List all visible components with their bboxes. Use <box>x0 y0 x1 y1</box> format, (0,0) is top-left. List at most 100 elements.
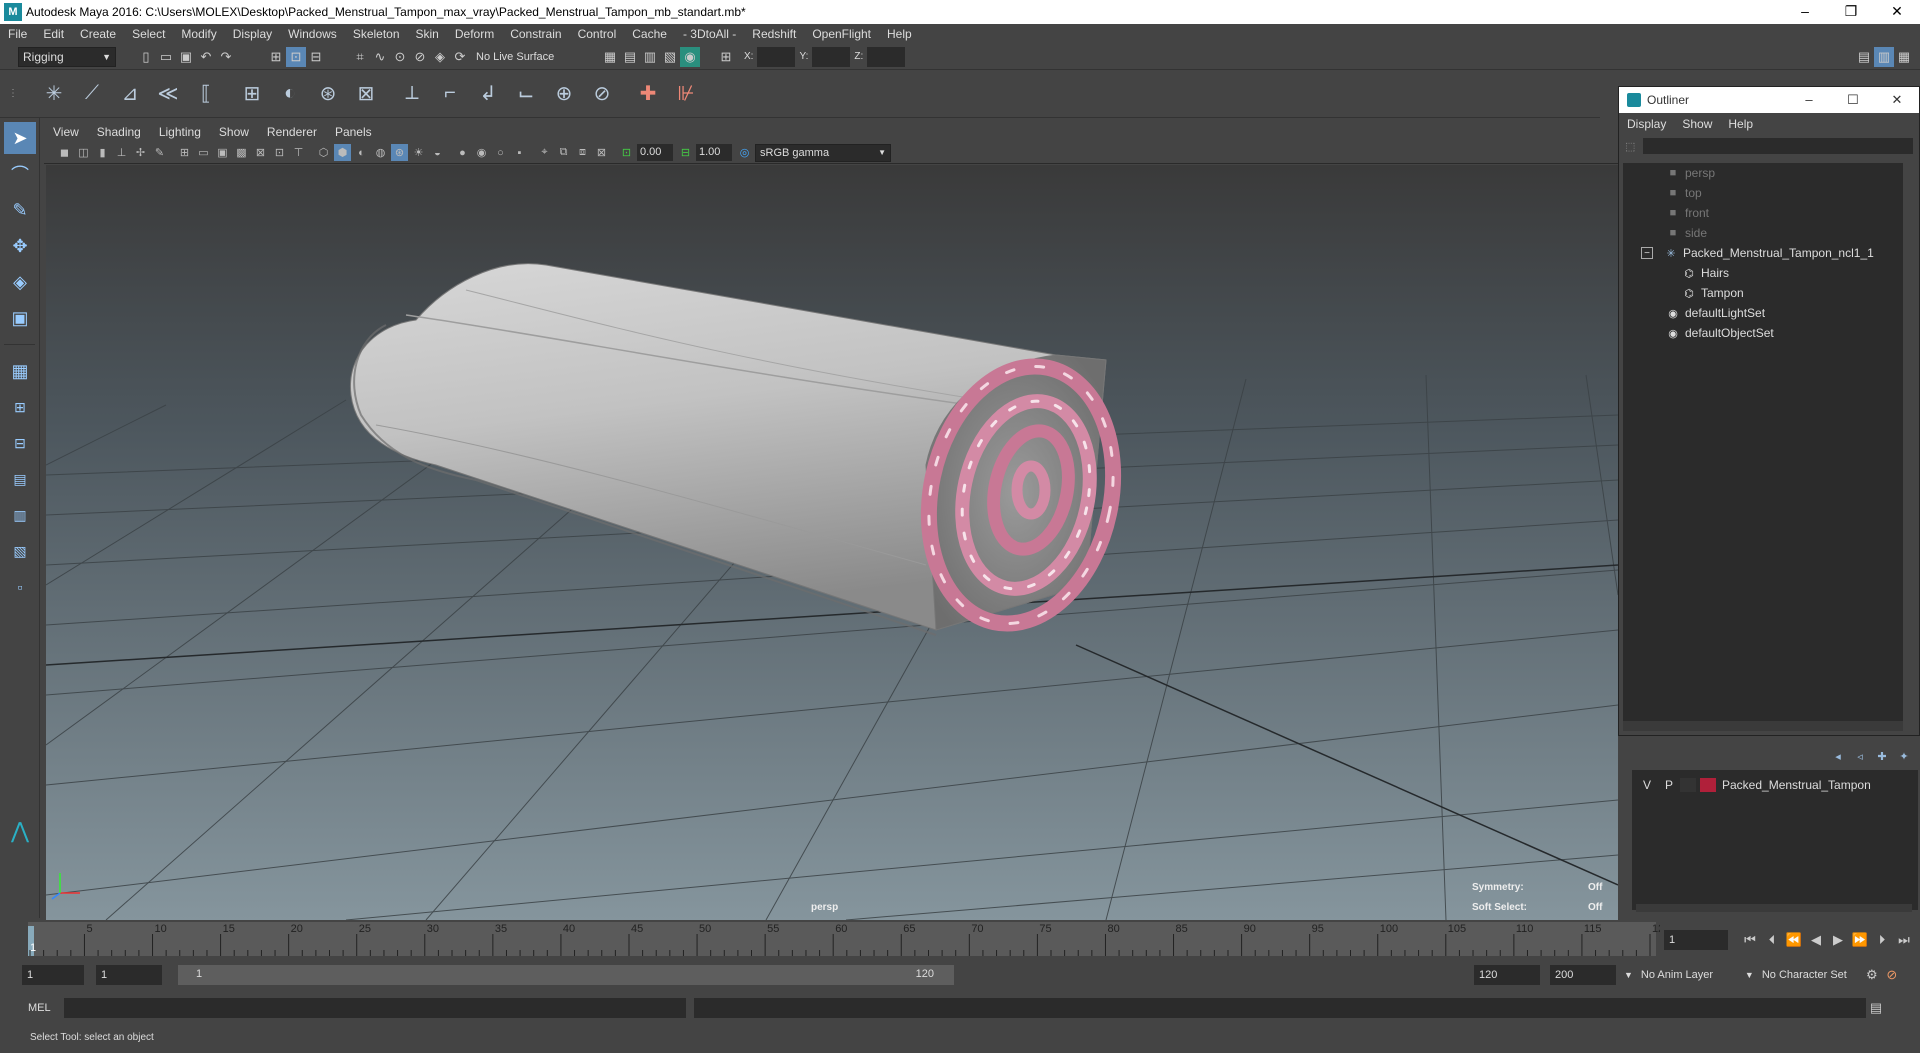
motion-blur-icon[interactable]: ◉ <box>473 144 490 161</box>
bind-skin-icon[interactable]: ⟂ <box>394 76 430 112</box>
menu-create[interactable]: Create <box>72 27 124 41</box>
step-back-icon[interactable]: ⏴ <box>1762 930 1782 950</box>
panel-menu-shading[interactable]: Shading <box>88 125 150 139</box>
resolution-gate-icon[interactable]: ▣ <box>214 144 231 161</box>
outliner-item[interactable]: ■ front <box>1623 203 1903 223</box>
range-start-field[interactable]: 1 <box>22 965 84 985</box>
script-editor-icon[interactable]: ▤ <box>1866 998 1886 1018</box>
step-forward-key-icon[interactable]: ⏩ <box>1850 930 1870 950</box>
persp-graph-icon[interactable]: ▥ <box>4 499 36 531</box>
point-constraint-icon[interactable]: ✚ <box>630 76 666 112</box>
maya-home-icon[interactable]: ⋀ <box>4 815 36 847</box>
add-influence-icon[interactable]: ⊕ <box>546 76 582 112</box>
film-gate-icon[interactable]: ▭ <box>195 144 212 161</box>
open-scene-icon[interactable]: ▭ <box>156 47 176 67</box>
gate-mask-icon[interactable]: ▩ <box>233 144 250 161</box>
outliner-close-button[interactable]: ✕ <box>1875 92 1919 108</box>
menu-redshift[interactable]: Redshift <box>744 27 804 41</box>
play-forwards-icon[interactable]: ▶ <box>1828 930 1848 950</box>
menu-constrain[interactable]: Constrain <box>502 27 569 41</box>
anti-alias-icon[interactable]: ○ <box>492 144 509 161</box>
panel-menu-view[interactable]: View <box>44 125 88 139</box>
bookmark-icon[interactable]: ▮ <box>94 144 111 161</box>
command-language-label[interactable]: MEL <box>28 1002 60 1014</box>
menu-help[interactable]: Help <box>879 27 920 41</box>
outliner-item[interactable]: ◉ defaultObjectSet <box>1623 323 1903 343</box>
layer-row[interactable]: V P Packed_Menstrual_Tampon <box>1636 774 1912 796</box>
outliner-item[interactable]: ⌬ Tampon <box>1623 283 1903 303</box>
go-to-end-icon[interactable]: ⏭ <box>1894 930 1914 950</box>
mirror-joint-icon[interactable]: ≪ <box>150 76 186 112</box>
transform-input-icon[interactable]: ⊞ <box>716 47 736 67</box>
collapse-icon[interactable]: − <box>1641 247 1653 259</box>
outliner-menu-display[interactable]: Display <box>1619 117 1674 131</box>
color-management-icon[interactable]: ◎ <box>736 144 753 161</box>
safe-action-icon[interactable]: ⊡ <box>271 144 288 161</box>
layer-move-up-icon[interactable]: ◂ <box>1830 748 1846 764</box>
image-plane-icon[interactable]: ⊥ <box>113 144 130 161</box>
smooth-skin-icon[interactable]: ↲ <box>470 76 506 112</box>
snap-curve-icon[interactable]: ∿ <box>370 47 390 67</box>
command-input[interactable] <box>64 998 686 1018</box>
layout-options-icon[interactable]: ▫ <box>4 571 36 603</box>
shelf-options-icon[interactable]: ⋮ <box>6 76 20 112</box>
x-field[interactable] <box>757 46 796 67</box>
auto-key-icon[interactable]: ⊘ <box>1882 965 1902 985</box>
select-object-icon[interactable]: ⊡ <box>286 46 306 67</box>
ik-handle-icon[interactable]: ⟋ <box>74 76 110 112</box>
move-tool-icon[interactable]: ✥ <box>4 230 36 262</box>
xray-active-icon[interactable]: ⧈ <box>574 144 591 161</box>
playback-end-field[interactable]: 120 <box>1474 965 1540 985</box>
outliner-item[interactable]: ◉ defaultLightSet <box>1623 303 1903 323</box>
menu-select[interactable]: Select <box>124 27 173 41</box>
menu-cache[interactable]: Cache <box>624 27 675 41</box>
scale-tool-icon[interactable]: ▣ <box>4 302 36 334</box>
select-component-icon[interactable]: ⊟ <box>306 47 326 67</box>
outliner-search-input[interactable] <box>1643 138 1914 154</box>
new-scene-icon[interactable]: ▯ <box>136 47 156 67</box>
side-by-side-icon[interactable]: ⊟ <box>4 427 36 459</box>
lattice-icon[interactable]: ◐ <box>272 76 308 112</box>
time-slider[interactable]: 5 10 15 20 25 30 35 40 45 50 55 60 65 70 75 80 85 90 95 100… <box>0 920 1920 960</box>
viewport-persp[interactable]: persp Symmetry: Off Soft Select: Off <box>46 165 1618 920</box>
layer-move-down-icon[interactable]: ◃ <box>1852 748 1868 764</box>
undo-icon[interactable]: ↶ <box>196 47 216 67</box>
outliner-maximize-button[interactable]: ☐ <box>1831 92 1875 108</box>
hypershade-layout-icon[interactable]: ▧ <box>4 535 36 567</box>
outliner-minimize-button[interactable]: – <box>1787 92 1831 108</box>
current-frame-field[interactable]: 1 <box>1664 930 1728 950</box>
render-frame-icon[interactable]: ▤ <box>620 47 640 67</box>
rotate-tool-icon[interactable]: ◈ <box>4 266 36 298</box>
orient-joint-icon[interactable]: ⟦ <box>188 76 224 112</box>
attribute-editor-icon[interactable]: ▥ <box>1874 46 1894 67</box>
joint-tool-icon[interactable]: ✳ <box>36 76 72 112</box>
select-tool-icon[interactable]: ➤ <box>4 122 36 154</box>
animation-preferences-icon[interactable]: ⚙ <box>1862 965 1882 985</box>
menu-deform[interactable]: Deform <box>447 27 502 41</box>
z-field[interactable] <box>867 46 906 67</box>
menu-windows[interactable]: Windows <box>280 27 345 41</box>
menu-control[interactable]: Control <box>570 27 625 41</box>
wireframe-on-shaded-icon[interactable]: ◐ <box>353 144 370 161</box>
use-lights-icon[interactable]: ☀ <box>410 144 427 161</box>
panel-menu-renderer[interactable]: Renderer <box>258 125 326 139</box>
colorspace-dropdown[interactable]: sRGB gamma ▼ <box>755 143 891 162</box>
outliner-item[interactable]: − ✳ Packed_Menstrual_Tampon_ncl1_1 <box>1623 243 1903 263</box>
render-view-icon[interactable]: ▦ <box>600 47 620 67</box>
restore-button[interactable]: ❐ <box>1828 0 1874 24</box>
chevron-down-icon[interactable]: ▼ <box>1745 970 1754 980</box>
menuset-dropdown[interactable]: Rigging ▼ <box>18 46 116 67</box>
live-surface-label[interactable]: No Live Surface <box>476 51 576 63</box>
layer-scrollbar[interactable] <box>1636 904 1912 912</box>
snap-surface-icon[interactable]: ◈ <box>430 47 450 67</box>
character-set-dropdown[interactable]: No Character Set <box>1762 969 1862 981</box>
menu-modify[interactable]: Modify <box>173 27 224 41</box>
ipr-render-icon[interactable]: ▥ <box>640 47 660 67</box>
paint-weights-icon[interactable]: ⌐ <box>432 76 468 112</box>
range-slider-bar[interactable]: 1 120 <box>178 965 954 985</box>
save-scene-icon[interactable]: ▣ <box>176 47 196 67</box>
camera-select-icon[interactable]: ◼ <box>56 144 73 161</box>
range-end-field[interactable]: 200 <box>1550 965 1616 985</box>
smooth-shade-icon[interactable]: ⬢ <box>334 144 351 161</box>
four-view-icon[interactable]: ⊞ <box>4 391 36 423</box>
